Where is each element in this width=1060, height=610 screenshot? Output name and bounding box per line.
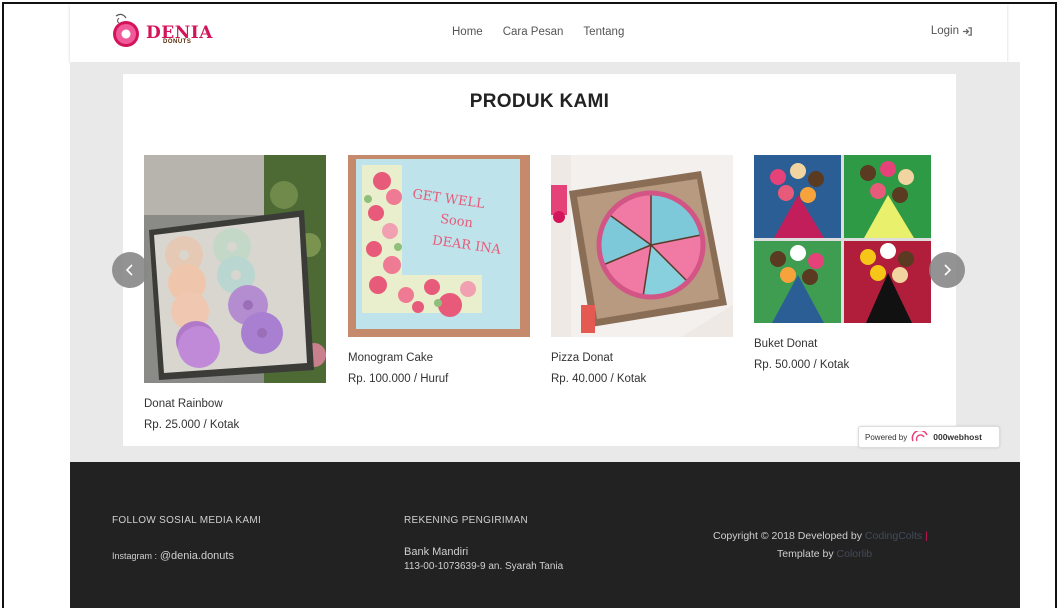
product-price: Rp. 100.000 / Huruf bbox=[348, 373, 449, 385]
product-card[interactable]: GET WELL Soon DEAR INA Monogram Cake Rp.… bbox=[348, 155, 532, 395]
browser-frame: DENIA DONUTS Home Cara Pesan Tentang Log… bbox=[2, 2, 1057, 608]
template-prefix: Template by bbox=[777, 548, 834, 560]
section-title: PRODUK KAMI bbox=[469, 91, 610, 112]
navbar: DENIA DONUTS Home Cara Pesan Tentang Log… bbox=[70, 4, 1007, 62]
footer: FOLLOW SOSIAL MEDIA KAMI Instagram : @de… bbox=[70, 462, 1020, 608]
product-price: Rp. 25.000 / Kotak bbox=[144, 419, 240, 431]
bank-account: 113-00-1073639-9 an. Syarah Tania bbox=[404, 561, 564, 572]
products-panel: PRODUK KAMI Donat Rainbow Rp. 25.000 / K… bbox=[123, 74, 956, 446]
instagram-label: Instagram : bbox=[112, 551, 158, 561]
carousel-next-button[interactable] bbox=[929, 252, 965, 288]
product-card[interactable]: Buket Donat Rp. 50.000 / Kotak bbox=[754, 155, 938, 385]
instagram-line: Instagram : @denia.donuts bbox=[112, 550, 234, 562]
nav-cara-pesan[interactable]: Cara Pesan bbox=[503, 26, 564, 38]
main-nav: Home Cara Pesan Tentang bbox=[452, 26, 624, 38]
powered-brand: 000webhost bbox=[933, 432, 982, 442]
product-name: Buket Donat bbox=[754, 338, 818, 350]
sign-in-icon bbox=[962, 26, 972, 36]
template-line: Template by Colorlib bbox=[777, 548, 872, 560]
social-title: FOLLOW SOSIAL MEDIA KAMI bbox=[112, 515, 262, 526]
template-author-link[interactable]: Colorlib bbox=[837, 548, 873, 560]
product-name: Pizza Donat bbox=[551, 352, 614, 364]
chevron-right-icon bbox=[944, 264, 952, 276]
product-price: Rp. 50.000 / Kotak bbox=[754, 359, 850, 371]
product-image-pizza-donat bbox=[551, 155, 733, 337]
product-image-buket-donat bbox=[754, 155, 931, 323]
product-image-monogram-cake: GET WELL Soon DEAR INA bbox=[348, 155, 530, 337]
credit-separator: | bbox=[925, 530, 928, 542]
chevron-left-icon bbox=[125, 264, 133, 276]
host-logo-icon bbox=[911, 431, 928, 442]
copyright-line: Copyright © 2018 Developed by CodingColt… bbox=[713, 530, 928, 542]
login-button[interactable]: Login bbox=[931, 25, 973, 37]
bank-title: REKENING PENGIRIMAN bbox=[404, 515, 529, 526]
product-name: Monogram Cake bbox=[348, 352, 434, 364]
product-card[interactable]: Pizza Donat Rp. 40.000 / Kotak bbox=[551, 155, 735, 395]
product-image-donat-rainbow bbox=[144, 155, 326, 383]
product-card[interactable]: Donat Rainbow Rp. 25.000 / Kotak bbox=[144, 155, 328, 435]
instagram-link[interactable]: @denia.donuts bbox=[160, 550, 234, 562]
carousel-prev-button[interactable] bbox=[112, 252, 148, 288]
copyright-prefix: Copyright © 2018 Developed by bbox=[713, 530, 862, 542]
product-name: Donat Rainbow bbox=[144, 398, 223, 410]
nav-tentang[interactable]: Tentang bbox=[583, 26, 624, 38]
powered-by-badge[interactable]: Powered by 000webhost bbox=[858, 426, 1000, 448]
brand-logo[interactable]: DENIA DONUTS bbox=[106, 10, 212, 54]
login-label: Login bbox=[930, 25, 959, 37]
developer-link[interactable]: CodingColts bbox=[865, 530, 922, 542]
nav-home[interactable]: Home bbox=[452, 26, 483, 38]
product-price: Rp. 40.000 / Kotak bbox=[551, 373, 647, 385]
bank-name: Bank Mandiri bbox=[404, 546, 469, 558]
powered-prefix: Powered by bbox=[865, 432, 908, 442]
logo-subtext: DONUTS bbox=[163, 39, 192, 45]
